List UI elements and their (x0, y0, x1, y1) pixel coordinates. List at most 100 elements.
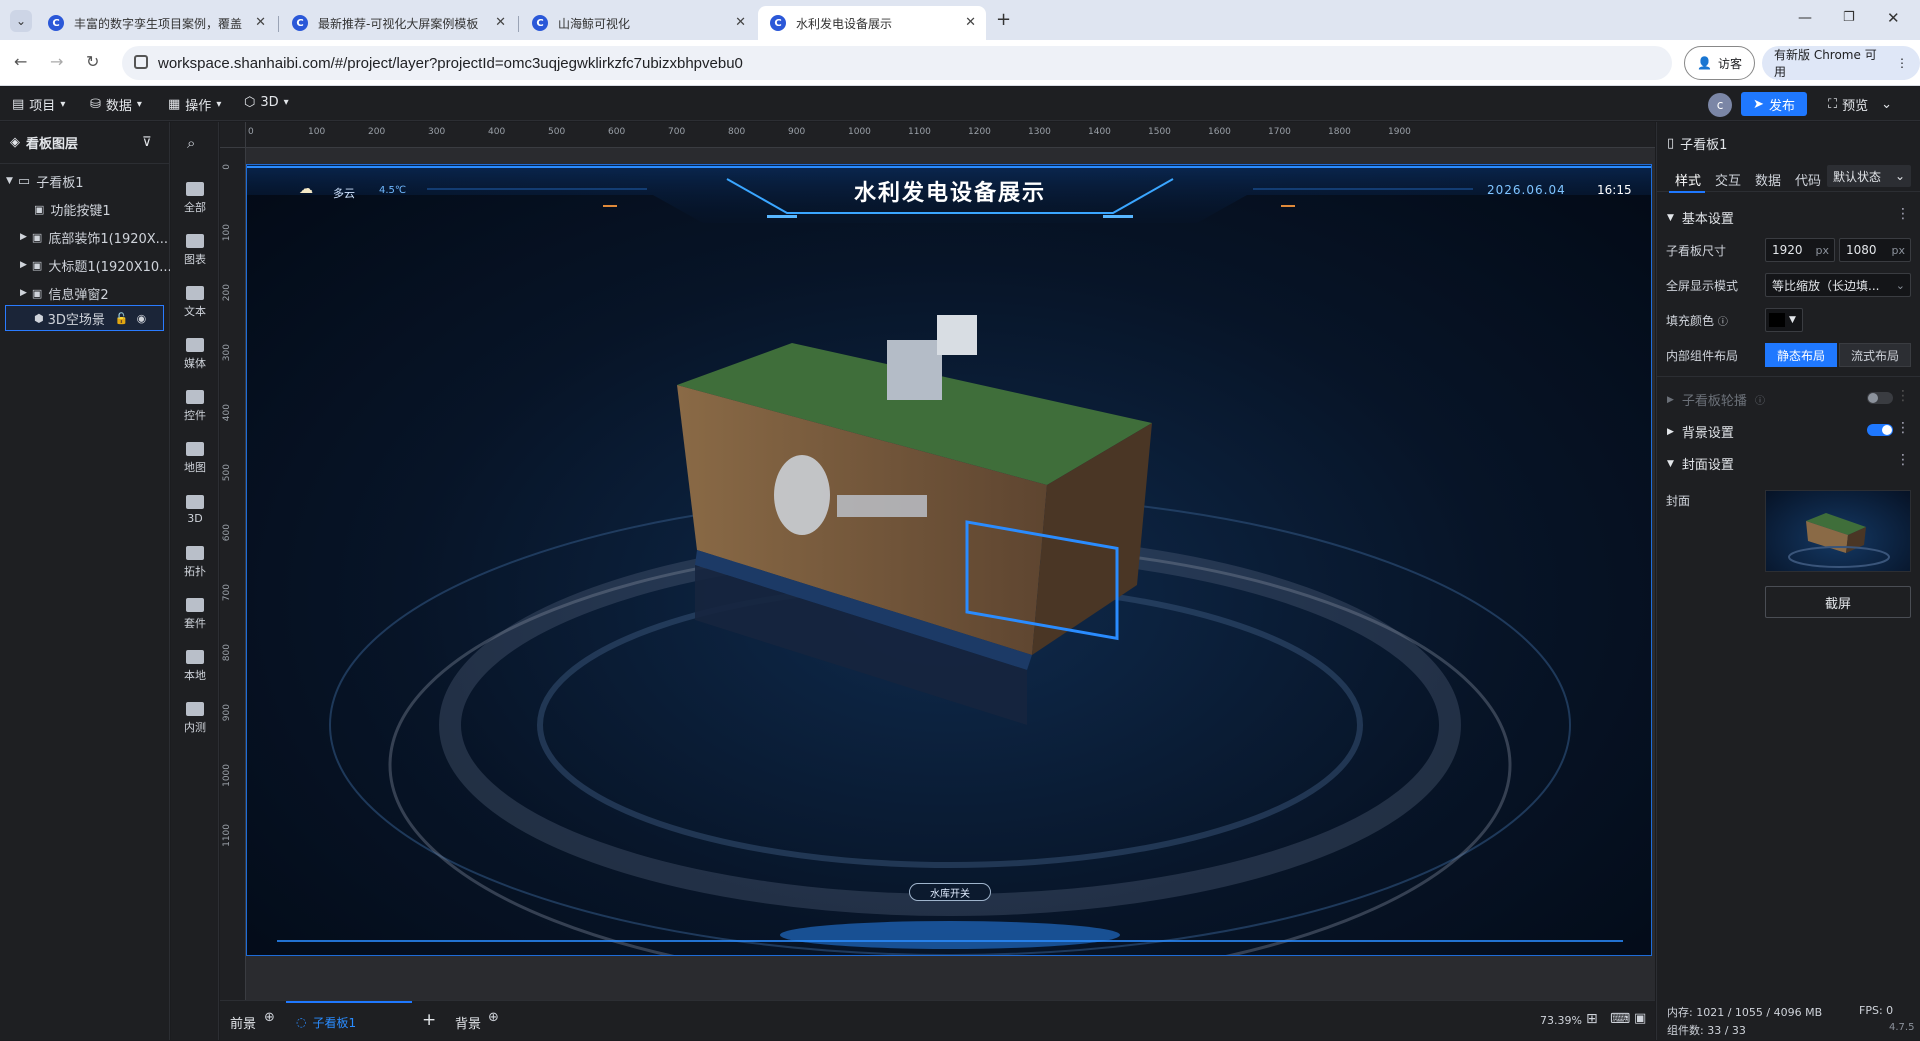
tab-style[interactable]: 样式 (1675, 170, 1701, 189)
menu-project[interactable]: ▤ 项目 ▾ (12, 95, 65, 114)
tab-close-icon[interactable]: ✕ (495, 15, 506, 30)
cover-thumbnail[interactable] (1765, 490, 1911, 572)
section-label: 子看板轮播 (1681, 394, 1747, 409)
layer-item-bottom-decor[interactable]: ▶ ▣ 底部装饰1(1920X... (0, 224, 170, 250)
site-info-icon[interactable] (134, 55, 148, 69)
more-menu-icon[interactable]: ⋮ (1896, 56, 1908, 70)
tool-map[interactable]: 地图 (171, 434, 219, 482)
background-tab[interactable]: 背景 (455, 1013, 481, 1032)
carousel-toggle[interactable] (1867, 392, 1893, 404)
more-icon[interactable]: ⋮ (1896, 420, 1910, 436)
chrome-update-button[interactable]: 有新版 Chrome 可用 ⋮ (1762, 46, 1920, 80)
zoom-level[interactable]: 73.39% (1540, 1014, 1582, 1027)
section-cover[interactable]: ▼ 封面设置 (1667, 454, 1734, 473)
subboard-tab[interactable]: ◌ 子看板1 (286, 1001, 412, 1041)
tool-chart[interactable]: 图表 (171, 226, 219, 274)
tool-text[interactable]: 文本 (171, 278, 219, 326)
back-icon[interactable]: ← (14, 52, 27, 71)
flow-layout-button[interactable]: 流式布局 (1839, 343, 1911, 367)
state-select[interactable]: 默认状态 ⌄ (1827, 165, 1911, 187)
caret-down-icon[interactable]: ▼ (6, 176, 13, 186)
filter-icon[interactable]: ⊽ (142, 135, 152, 150)
caret-right-icon[interactable]: ▶ (20, 288, 27, 298)
tool-beta[interactable]: 内测 (171, 694, 219, 742)
help-icon[interactable]: ⓘ (1718, 317, 1728, 328)
background-toggle[interactable] (1867, 424, 1893, 436)
tab-data[interactable]: 数据 (1755, 170, 1781, 189)
add-foreground-icon[interactable]: ⊕ (264, 1010, 275, 1025)
add-background-icon[interactable]: ⊕ (488, 1010, 499, 1025)
section-background[interactable]: ▶ 背景设置 (1667, 422, 1734, 441)
section-basic[interactable]: ▼ 基本设置 (1667, 208, 1734, 227)
search-icon[interactable]: ⌕ (187, 134, 195, 152)
text-icon (186, 285, 204, 300)
new-tab-button[interactable]: + (996, 9, 1011, 30)
unlock-icon[interactable]: 🔓 (115, 312, 129, 325)
tab-code[interactable]: 代码 (1795, 170, 1821, 189)
terminal-icon[interactable]: ▣ (1634, 1011, 1646, 1026)
tool-local[interactable]: 本地 (171, 642, 219, 690)
layer-item-3d-scene[interactable]: ⬢ 3D空场景 🔓 ◉ (5, 305, 164, 331)
caret-right-icon[interactable]: ▶ (20, 260, 27, 270)
browser-tab-1[interactable]: C 丰富的数字孪生项目案例，覆盖 ✕ (36, 6, 276, 40)
visitor-button[interactable]: 👤 访客 (1684, 46, 1755, 80)
fit-screen-icon[interactable]: ⊞ (1586, 1011, 1598, 1027)
restore-button[interactable]: ❐ (1843, 10, 1855, 25)
tab-close-icon[interactable]: ✕ (965, 15, 976, 30)
layer-item-popup[interactable]: ▶ ▣ 信息弹窗2 (0, 280, 170, 306)
layer-item-title[interactable]: ▶ ▣ 大标题1(1920X10... (0, 252, 170, 278)
tab-favicon-icon: C (292, 15, 308, 31)
tool-control[interactable]: 控件 (171, 382, 219, 430)
tool-all[interactable]: 全部 (171, 174, 219, 222)
tab-close-icon[interactable]: ✕ (735, 15, 746, 30)
eye-icon[interactable]: ◉ (137, 312, 147, 325)
width-input[interactable]: 1920 px (1765, 238, 1835, 262)
tool-3d[interactable]: 3D (171, 486, 219, 534)
chevron-down-icon: ⌄ (1881, 97, 1893, 112)
group-icon: ▣ (31, 286, 43, 300)
preview-button[interactable]: ⛶ 预览 ⌄ (1828, 95, 1892, 114)
foreground-tab[interactable]: 前景 (230, 1013, 256, 1032)
tool-kit[interactable]: 套件 (171, 590, 219, 638)
minimize-button[interactable]: — (1798, 10, 1812, 26)
tab-search-icon[interactable]: ⌄ (10, 10, 32, 32)
avatar[interactable]: c (1708, 93, 1732, 117)
section-carousel[interactable]: ▶ 子看板轮播 ⓘ (1667, 390, 1765, 409)
tab-interaction[interactable]: 交互 (1715, 170, 1741, 189)
chevron-down-icon: ▾ (216, 99, 222, 110)
forward-icon[interactable]: → (50, 52, 63, 71)
help-icon[interactable]: ⓘ (1755, 392, 1765, 407)
fill-color-picker[interactable]: ▼ (1765, 308, 1803, 332)
more-icon[interactable]: ⋮ (1896, 388, 1910, 404)
tool-topology[interactable]: 拓扑 (171, 538, 219, 586)
static-layout-button[interactable]: 静态布局 (1765, 343, 1837, 367)
chevron-down-icon: ▾ (283, 97, 289, 108)
fullscreen-select[interactable]: 等比缩放（长边填... ⌄ (1765, 273, 1911, 297)
more-icon[interactable]: ⋮ (1896, 206, 1910, 222)
dashboard-canvas[interactable]: ☁ 多云 4.5℃ 水利发电设备展示 2026.06.04 16:15 水库开关 (246, 164, 1652, 956)
window-close-button[interactable]: ✕ (1887, 9, 1900, 27)
caret-right-icon[interactable]: ▶ (20, 232, 27, 242)
height-input[interactable]: 1080 px (1839, 238, 1911, 262)
tab-close-icon[interactable]: ✕ (255, 15, 266, 30)
more-icon[interactable]: ⋮ (1896, 452, 1910, 468)
tool-media[interactable]: 媒体 (171, 330, 219, 378)
browser-tab-active[interactable]: C 水利发电设备展示 ✕ (758, 6, 986, 40)
reload-icon[interactable]: ↻ (86, 52, 99, 71)
browser-tab-2[interactable]: C 最新推荐-可视化大屏案例模板 ✕ (280, 6, 516, 40)
ruler-tick-label: 200 (368, 127, 386, 137)
screenshot-button[interactable]: 截屏 (1765, 586, 1911, 618)
layer-item-function-key[interactable]: ▣ 功能按键1 (0, 196, 170, 222)
update-label: 有新版 Chrome 可用 (1774, 48, 1877, 79)
keyboard-icon[interactable]: ⌨ (1610, 1011, 1630, 1027)
menu-operate[interactable]: ▦ 操作 ▾ (168, 95, 221, 114)
add-subboard-button[interactable]: + (422, 1010, 436, 1030)
publish-button[interactable]: ➤ 发布 (1741, 92, 1807, 116)
layer-item-subboard[interactable]: ▼ ▭ 子看板1 (0, 168, 170, 194)
reservoir-switch-button[interactable]: 水库开关 (909, 883, 991, 901)
browser-tab-3[interactable]: C 山海鲸可视化 ✕ (520, 6, 756, 40)
address-bar[interactable]: workspace.shanhaibi.com/#/project/layer?… (122, 46, 1672, 80)
topology-icon (186, 545, 204, 560)
menu-data[interactable]: ⛁ 数据 ▾ (90, 95, 142, 114)
menu-3d[interactable]: ⬡ 3D ▾ (244, 95, 289, 110)
